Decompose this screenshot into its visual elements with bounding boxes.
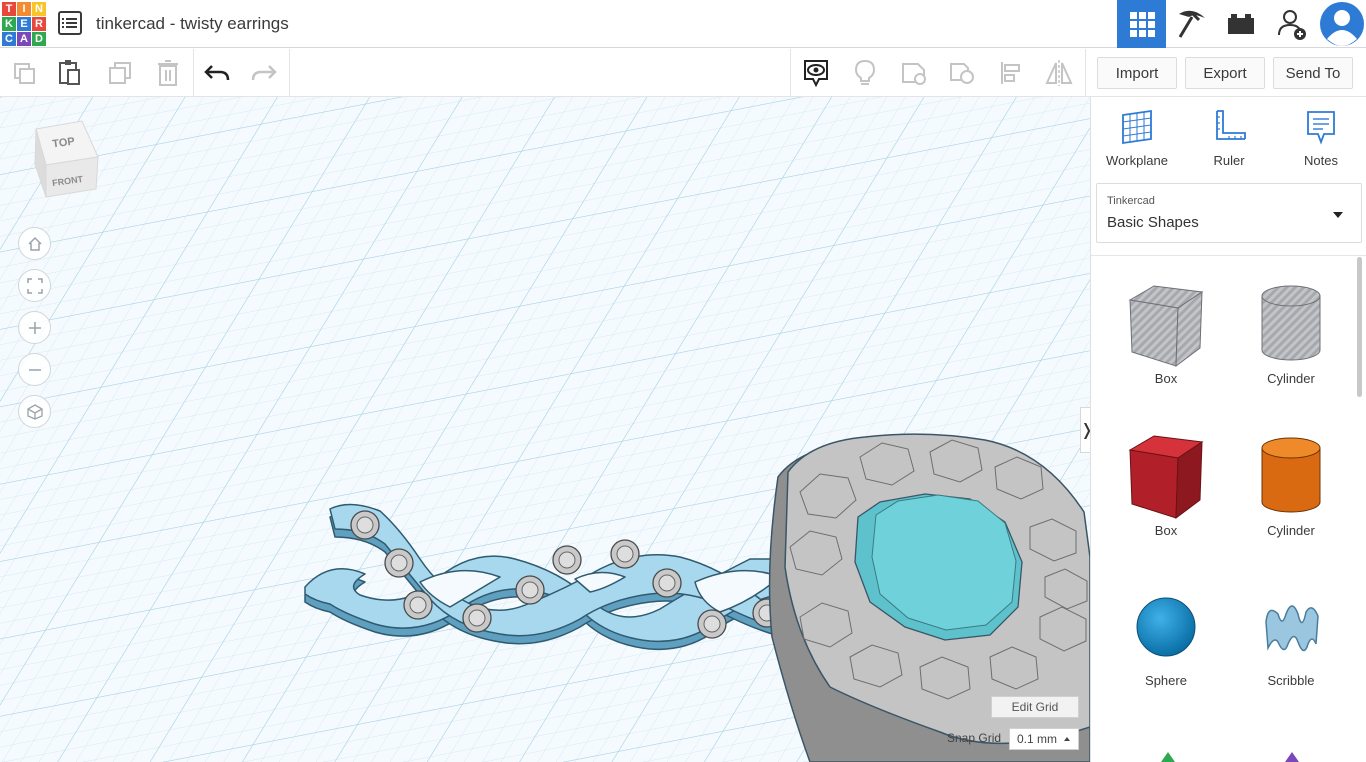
avatar-icon[interactable] [1317, 0, 1366, 48]
logo-letter: C [2, 32, 16, 46]
logo-letter: N [32, 2, 46, 16]
shape-partial-green [1161, 752, 1175, 762]
send-to-button[interactable]: Send To [1273, 57, 1353, 89]
caret-down-icon [1333, 212, 1343, 218]
shape-label: Scribble [1267, 673, 1315, 688]
logo-letter: K [2, 17, 16, 31]
export-button[interactable]: Export [1185, 57, 1265, 89]
toolbar: Import Export Send To [0, 49, 1366, 97]
ruler-label: Ruler [1213, 153, 1245, 168]
logo-letter: R [32, 17, 46, 31]
top-bar: T I N K E R C A D tinkercad - twisty ear… [0, 0, 1366, 48]
design-title[interactable]: tinkercad - twisty earrings [96, 14, 289, 34]
perspective-icon[interactable] [18, 395, 51, 428]
import-button[interactable]: Import [1097, 57, 1177, 89]
pickaxe-icon[interactable] [1167, 0, 1216, 48]
workplane-icon [1122, 109, 1152, 145]
home-icon[interactable] [18, 227, 51, 260]
ruler-icon [1216, 110, 1246, 140]
shape-cylinder-hole[interactable]: Cylinder [1231, 282, 1351, 386]
snap-grid-select[interactable]: 0.1 mm [1009, 728, 1079, 750]
lightbulb-icon[interactable] [849, 57, 881, 89]
notes-icon [1307, 111, 1335, 145]
mirror-icon[interactable] [1043, 57, 1075, 89]
shape-label: Cylinder [1267, 523, 1315, 538]
workplane-tool[interactable]: Workplane [1097, 109, 1177, 168]
shape-sphere[interactable]: Sphere [1106, 592, 1226, 688]
fit-view-icon[interactable] [18, 269, 51, 302]
shape-library-select[interactable]: Tinkercad Basic Shapes [1096, 183, 1362, 243]
workplane-label: Workplane [1106, 153, 1168, 168]
list-icon[interactable] [58, 11, 82, 35]
duplicate-icon[interactable] [104, 57, 136, 89]
copy-icon[interactable] [8, 57, 40, 89]
workplane-canvas[interactable]: TOP FRONT Edit Grid Snap Grid 0.1 mm [0, 97, 1090, 762]
shape-partial-purple [1285, 752, 1299, 762]
3d-design-grid-icon[interactable] [1117, 0, 1166, 48]
group-icon[interactable] [898, 57, 930, 89]
caret-up-icon [1064, 737, 1070, 741]
shape-box[interactable]: Box [1106, 434, 1226, 538]
snap-grid-value: 0.1 mm [1017, 732, 1058, 746]
shapes-panel: Workplane Ruler Notes Tinkercad Basic Sh… [1090, 97, 1366, 762]
shape-scribble[interactable]: Scribble [1231, 592, 1351, 688]
edit-grid-button[interactable]: Edit Grid [991, 696, 1079, 718]
align-icon[interactable] [996, 57, 1028, 89]
shape-label: Box [1154, 371, 1178, 386]
workplane-grid[interactable] [0, 97, 1090, 762]
shape-box-hole[interactable]: Box [1106, 282, 1226, 386]
shape-label: Box [1154, 523, 1178, 538]
library-name: Basic Shapes [1107, 214, 1199, 231]
notes-label: Notes [1304, 153, 1338, 168]
panel-scrollbar[interactable] [1357, 257, 1362, 397]
logo-letter: I [17, 2, 31, 16]
logo-letter: A [17, 32, 31, 46]
logo-letter: D [32, 32, 46, 46]
zoom-out-icon[interactable] [18, 353, 51, 386]
ruler-tool[interactable]: Ruler [1189, 109, 1269, 168]
zoom-in-icon[interactable] [18, 311, 51, 344]
paste-icon[interactable] [54, 57, 86, 89]
tinkercad-logo[interactable]: T I N K E R C A D [2, 2, 46, 46]
delete-icon[interactable] [152, 57, 184, 89]
snap-grid-label: Snap Grid [947, 731, 1002, 745]
library-source: Tinkercad [1107, 195, 1155, 207]
redo-icon[interactable] [248, 57, 280, 89]
shape-label: Cylinder [1267, 371, 1315, 386]
shape-cylinder[interactable]: Cylinder [1231, 434, 1351, 538]
add-user-icon[interactable] [1267, 0, 1316, 48]
logo-letter: E [17, 17, 31, 31]
bricks-icon[interactable] [1216, 0, 1265, 48]
shape-label: Sphere [1145, 673, 1187, 688]
ungroup-icon[interactable] [946, 57, 978, 89]
undo-icon[interactable] [201, 57, 233, 89]
view-cube[interactable]: TOP FRONT [30, 119, 102, 206]
notes-visibility-icon[interactable] [800, 57, 832, 89]
notes-tool[interactable]: Notes [1281, 109, 1361, 168]
logo-letter: T [2, 2, 16, 16]
